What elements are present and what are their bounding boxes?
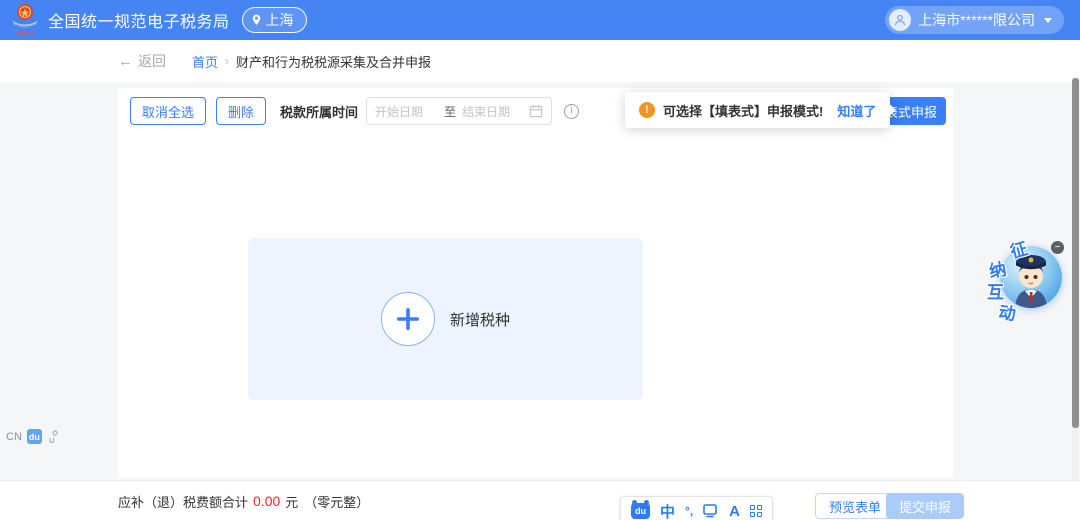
submit-declaration-button[interactable]: 提交申报 — [886, 493, 964, 519]
ime-toolbox-grid-icon[interactable] — [750, 505, 762, 517]
tax-period-date-range-picker[interactable]: 开始日期 至 结束日期 — [366, 97, 552, 125]
vertical-scrollbar-thumb[interactable] — [1072, 78, 1079, 428]
calendar-icon — [529, 104, 543, 118]
breadcrumb-home-link[interactable]: 首页 — [192, 52, 218, 71]
chevron-down-icon — [1044, 18, 1052, 23]
ime-english-mode-icon[interactable]: A — [729, 503, 740, 520]
location-pin-icon — [251, 14, 262, 27]
delete-button[interactable]: 删除 — [216, 97, 266, 125]
mode-notice-tooltip: ! 可选择【填表式】申报模式! 知道了 — [625, 92, 890, 128]
total-label: 应补（退）税费额合计 — [118, 492, 248, 511]
add-tax-type-card[interactable]: 新增税种 — [248, 238, 643, 400]
footer-bar: 应补（退）税费额合计 0.00 元 （零元整） 预览表单 提交申报 — [0, 480, 1080, 520]
back-label: 返回 — [138, 51, 166, 71]
ime-soft-keyboard-icon[interactable] — [703, 504, 719, 518]
tax-officer-assistant-button[interactable] — [1000, 246, 1062, 308]
total-amount-line: 应补（退）税费额合计 0.00 元 （零元整） — [118, 481, 369, 520]
tax-bureau-logo-icon: 中国税务 — [10, 3, 40, 37]
header-bar: 中国税务 全国统一规范电子税务局 上海 上海市******限公司 — [0, 0, 1080, 40]
ime-mini-status: CN du — [6, 429, 59, 444]
ime-punctuation-icon[interactable]: °, — [685, 504, 693, 518]
tax-period-label: 税款所属时间 — [280, 102, 358, 121]
app-title: 全国统一规范电子税务局 — [48, 8, 230, 32]
ime-tools-icon[interactable] — [47, 430, 59, 444]
location-label: 上海 — [266, 10, 294, 30]
toolbar: 取消全选 删除 税款所属时间 开始日期 至 结束日期 i — [130, 97, 579, 125]
company-name: 上海市******限公司 — [918, 10, 1035, 30]
preview-form-button[interactable]: 预览表单 — [815, 493, 895, 519]
ime-language-bar: du 中 °, A — [620, 496, 773, 520]
back-button[interactable]: ← 返回 — [118, 51, 166, 71]
interaction-widget: 征 纳 互 动 − — [986, 236, 1066, 324]
main-panel: 取消全选 删除 税款所属时间 开始日期 至 结束日期 i — [118, 88, 953, 478]
breadcrumb-current-page: 财产和行为税税源采集及合并申报 — [236, 52, 431, 71]
ime-chinese-mode-icon[interactable]: 中 — [660, 501, 675, 520]
user-avatar — [889, 9, 911, 31]
ime-language-indicator[interactable]: CN — [6, 431, 22, 443]
warning-icon: ! — [639, 102, 655, 118]
tax-officer-avatar-icon — [1000, 246, 1062, 308]
total-unit: 元 — [285, 492, 298, 511]
plus-circle — [381, 292, 435, 346]
start-date-input[interactable]: 开始日期 — [375, 103, 438, 120]
total-amount-words: （零元整） — [304, 492, 369, 511]
date-range-to-label: 至 — [442, 103, 458, 120]
user-account-menu[interactable]: 上海市******限公司 — [885, 6, 1064, 34]
breadcrumb: ← 返回 首页 › 财产和行为税税源采集及合并申报 — [0, 40, 1080, 82]
baidu-ime-logo-icon[interactable]: du — [631, 503, 650, 519]
baidu-ime-icon[interactable]: du — [27, 429, 42, 444]
widget-minimize-button[interactable]: − — [1051, 241, 1064, 254]
plus-icon — [395, 306, 421, 332]
end-date-input[interactable]: 结束日期 — [462, 103, 525, 120]
location-selector[interactable]: 上海 — [242, 7, 307, 33]
tax-bureau-page: 中国税务 全国统一规范电子税务局 上海 上海市******限公司 ← 返回 — [0, 0, 1080, 520]
back-arrow-icon: ← — [118, 53, 133, 70]
info-icon[interactable]: i — [564, 104, 579, 119]
vertical-scrollbar-track[interactable] — [1072, 78, 1079, 520]
cancel-select-all-button[interactable]: 取消全选 — [130, 97, 206, 125]
notice-confirm-link[interactable]: 知道了 — [837, 101, 876, 120]
breadcrumb-separator: › — [225, 54, 229, 68]
logo-caption: 中国税务 — [15, 31, 35, 38]
add-tax-type-label: 新增税种 — [450, 309, 510, 330]
total-amount-value: 0.00 — [253, 493, 280, 509]
notice-message: 可选择【填表式】申报模式! — [663, 101, 823, 120]
user-icon — [893, 13, 907, 27]
